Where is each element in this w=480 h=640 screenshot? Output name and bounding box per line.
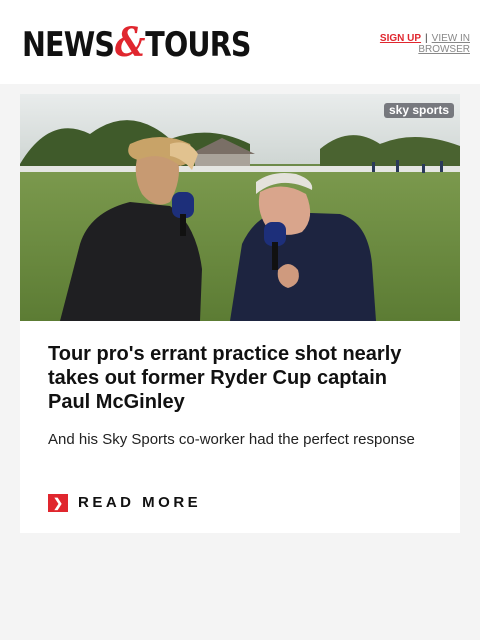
article-summary: And his Sky Sports co-worker had the per… <box>48 431 415 448</box>
article-headline[interactable]: Tour pro's errant practice shot nearly t… <box>48 342 432 414</box>
header-links: SIGN UP | VIEW IN BROWSER <box>350 33 470 55</box>
sky-sports-watermark: sky sports <box>383 103 454 118</box>
email-header: NEWS & TOURS SIGN UP | VIEW IN BROWSER <box>0 0 480 84</box>
news-and-tours-logo[interactable]: NEWS & TOURS <box>22 19 251 66</box>
logo-text-tours: TOURS <box>145 25 251 65</box>
logo-text-news: NEWS <box>22 25 115 65</box>
read-more-button[interactable]: ❯ READ MORE <box>48 492 201 513</box>
read-more-label: READ MORE <box>78 494 202 511</box>
chevron-right-icon: ❯ <box>48 493 68 512</box>
article-image[interactable]: sky sports <box>20 94 460 321</box>
sign-up-link[interactable]: SIGN UP <box>380 33 421 44</box>
logo-ampersand: & <box>114 19 145 66</box>
article-card: sky sports Tour pro's errant practice sh… <box>20 94 460 533</box>
header-link-separator: | <box>425 33 428 44</box>
article-photo-illustration <box>20 94 460 321</box>
